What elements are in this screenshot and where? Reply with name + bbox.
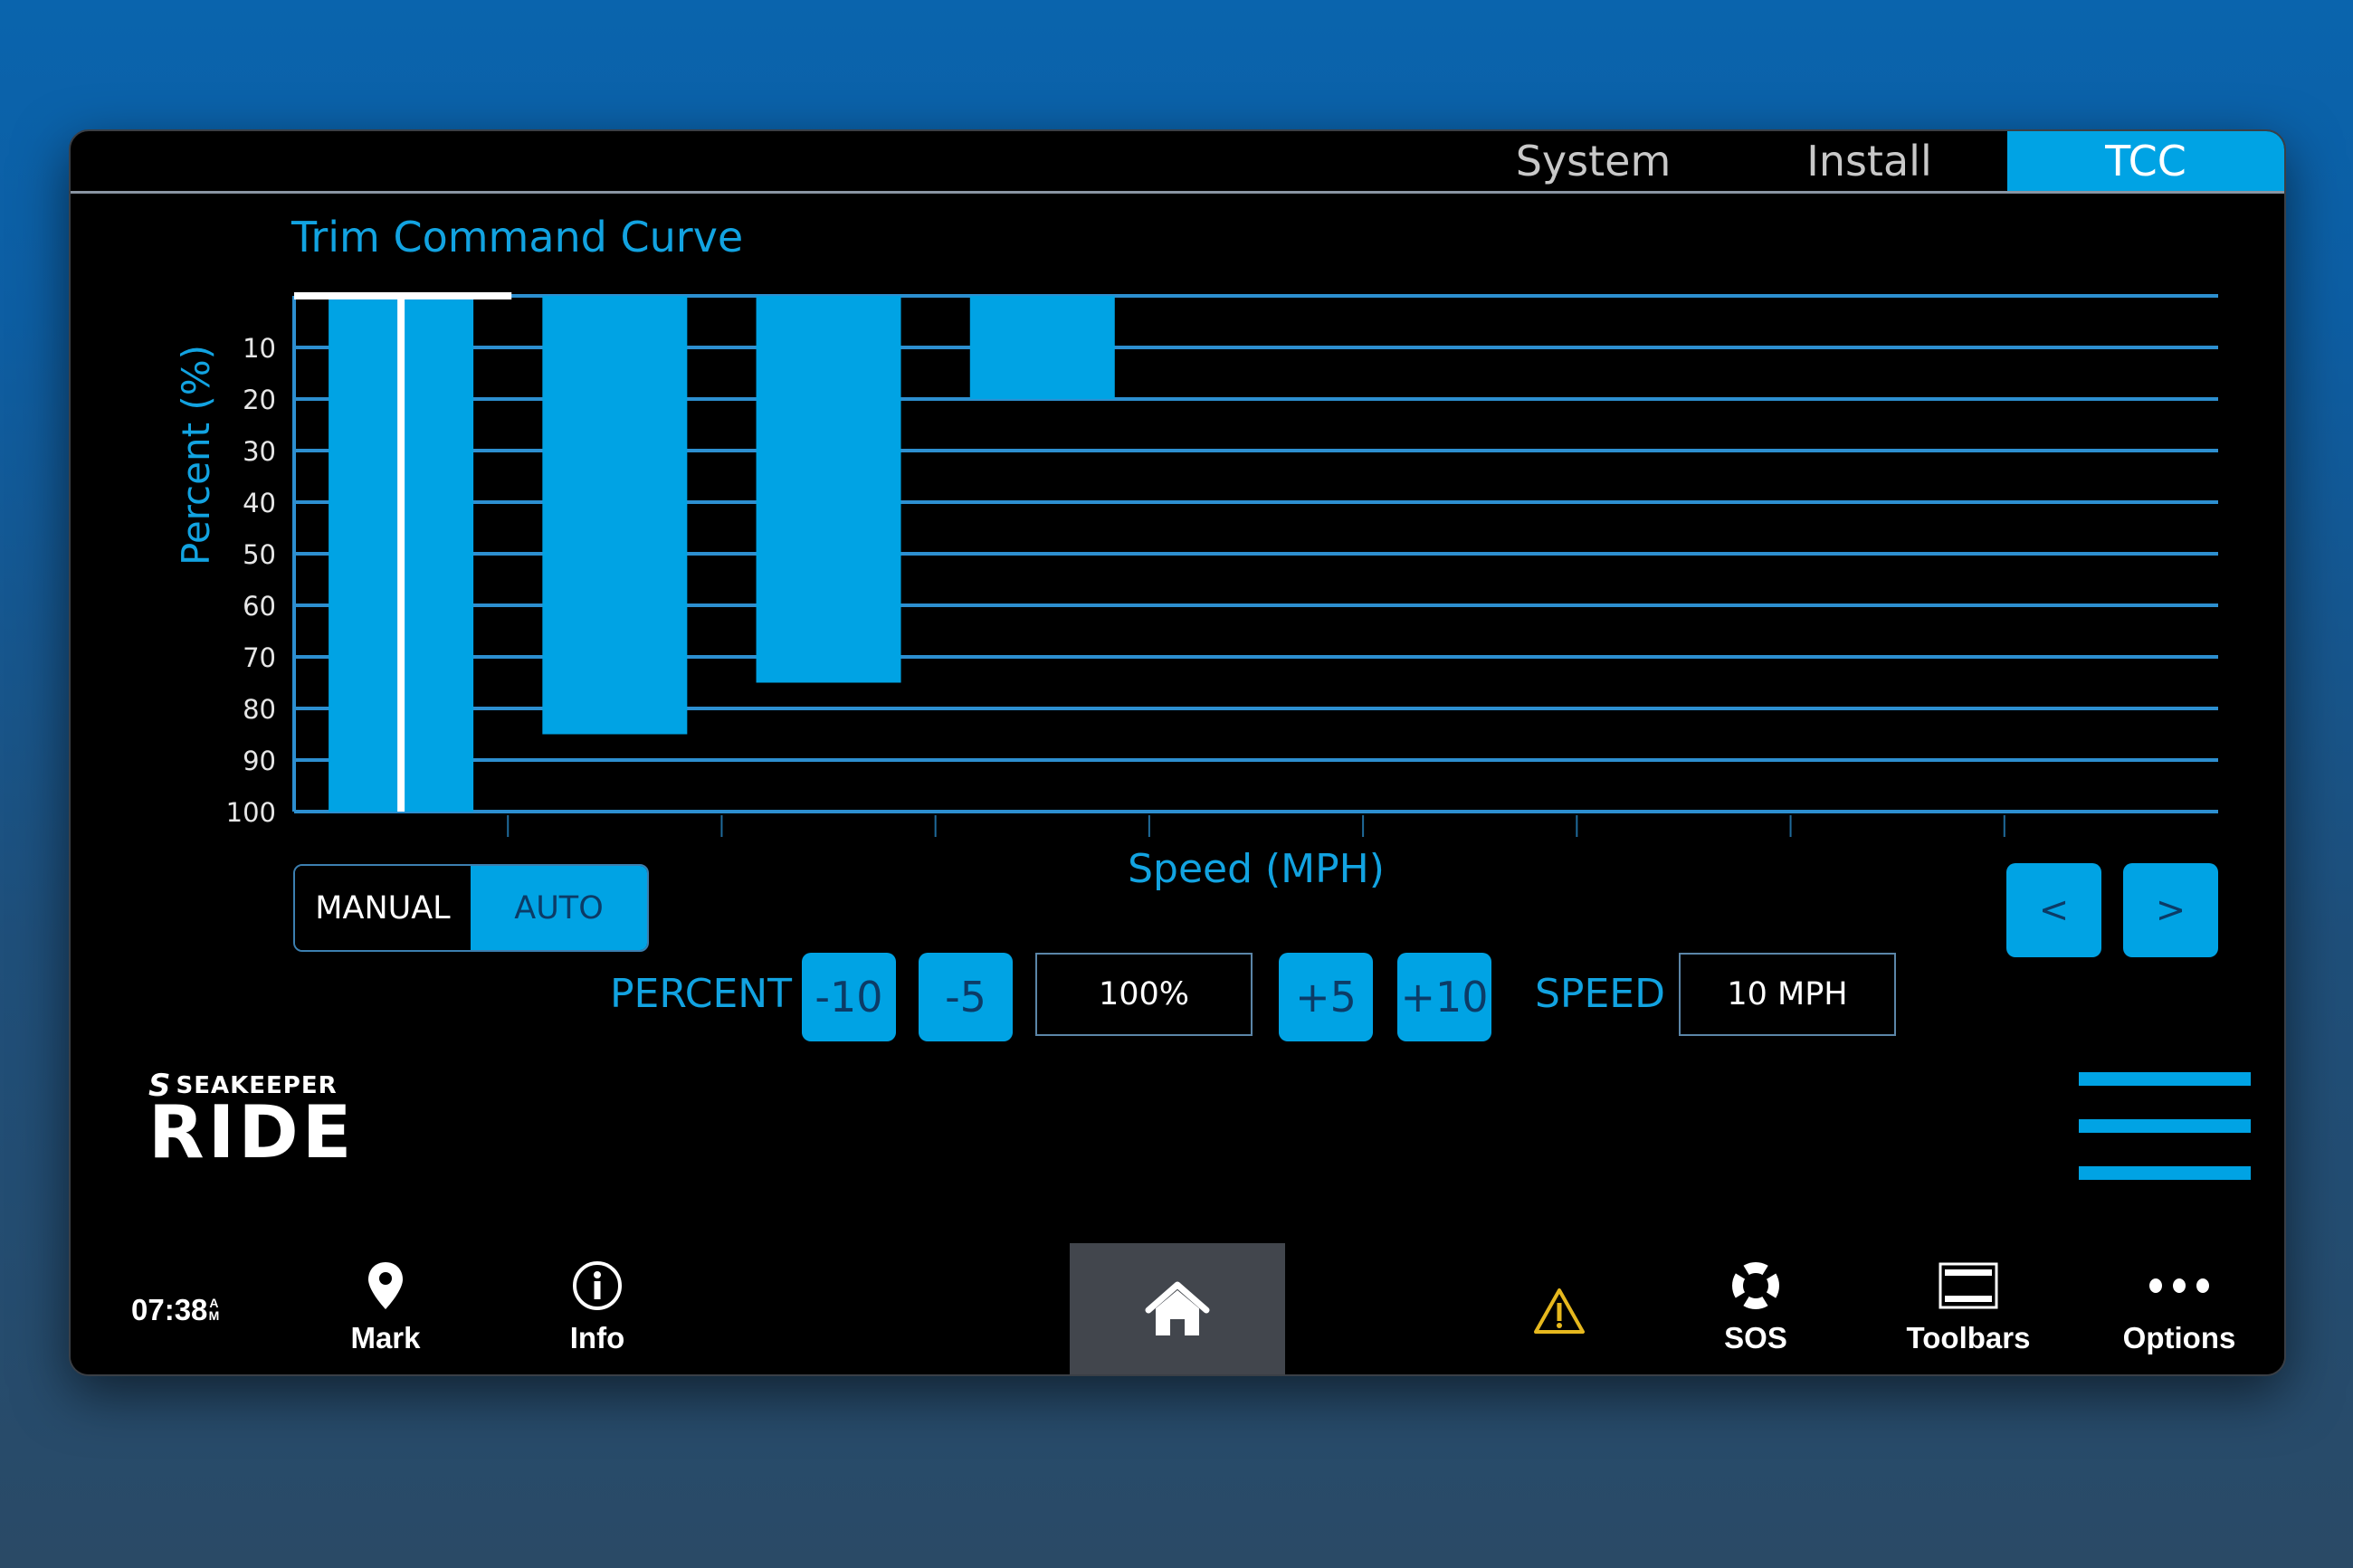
trim-command-chart: 10 20 30 40 50 60 70 80 90 100 <box>226 292 2218 837</box>
bar[interactable] <box>756 296 901 683</box>
map-pin-icon <box>295 1254 476 1317</box>
lifebuoy-icon <box>1665 1254 1846 1317</box>
prev-point-button[interactable]: < <box>2006 863 2101 957</box>
menu-button[interactable] <box>2079 1072 2251 1181</box>
y-tick-label: 40 <box>243 488 276 518</box>
alerts-button[interactable] <box>1469 1254 1650 1367</box>
mark-label: Mark <box>350 1321 421 1354</box>
mode-toggle: MANUAL AUTO <box>293 864 649 952</box>
options-button[interactable]: Options <box>2089 1254 2270 1367</box>
clock-ampm: AM <box>208 1296 220 1323</box>
info-button[interactable]: Info <box>507 1254 688 1367</box>
selection-cursor-line <box>397 296 405 812</box>
hamburger-line <box>2079 1166 2251 1180</box>
logo-product: RIDE <box>148 1090 356 1174</box>
toolbars-button[interactable]: Toolbars <box>1878 1254 2059 1367</box>
mode-auto-button[interactable]: AUTO <box>471 866 647 950</box>
clock: 07:38 A M <box>131 1293 220 1327</box>
home-button[interactable] <box>1070 1243 1285 1374</box>
info-label: Info <box>569 1321 625 1354</box>
y-tick-label: 80 <box>243 694 276 725</box>
y-tick-label: 90 <box>243 746 276 776</box>
percent-plus-5-button[interactable]: +5 <box>1279 953 1373 1041</box>
percent-value-field[interactable]: 100% <box>1035 953 1253 1036</box>
options-label: Options <box>2122 1321 2236 1354</box>
seakeeper-ride-logo: S SEAKEEPER RIDE <box>148 1068 375 1172</box>
sos-button[interactable]: SOS <box>1665 1254 1846 1367</box>
toolbars-icon <box>1878 1254 2059 1317</box>
y-tick-label: 100 <box>226 797 276 828</box>
mark-button[interactable]: Mark <box>295 1254 476 1367</box>
y-tick-label: 10 <box>243 333 276 364</box>
percent-label: PERCENT <box>610 971 793 1017</box>
bar[interactable] <box>542 296 688 735</box>
percent-minus-10-button[interactable]: -10 <box>802 953 896 1041</box>
more-icon <box>2089 1254 2270 1317</box>
x-axis-label: Speed (MPH) <box>1128 846 1385 892</box>
y-tick-label: 30 <box>243 436 276 467</box>
warning-icon <box>1469 1254 1650 1367</box>
app-window: System Install TCC Trim Command Curve Pe… <box>69 129 2286 1376</box>
y-tick-label: 60 <box>243 591 276 622</box>
home-icon <box>1145 1281 1210 1335</box>
mode-manual-button[interactable]: MANUAL <box>295 866 471 950</box>
bar[interactable] <box>969 296 1115 399</box>
hamburger-line <box>2079 1119 2251 1133</box>
y-tick-label: 20 <box>243 385 276 415</box>
percent-plus-10-button[interactable]: +10 <box>1397 953 1491 1041</box>
percent-minus-5-button[interactable]: -5 <box>919 953 1013 1041</box>
y-tick-label: 50 <box>243 539 276 570</box>
next-point-button[interactable]: > <box>2123 863 2218 957</box>
speed-label: SPEED <box>1535 971 1665 1017</box>
y-tick-label: 70 <box>243 642 276 673</box>
bottom-toolbar: 07:38 A M Mark Info SOS Toolbars Options <box>71 1243 2284 1374</box>
speed-value-field[interactable]: 10 MPH <box>1679 953 1896 1036</box>
info-icon <box>507 1254 688 1317</box>
toolbars-label: Toolbars <box>1906 1321 2031 1354</box>
clock-time: 07:38 <box>131 1293 208 1326</box>
hamburger-line <box>2079 1072 2251 1086</box>
sos-label: SOS <box>1724 1321 1787 1354</box>
